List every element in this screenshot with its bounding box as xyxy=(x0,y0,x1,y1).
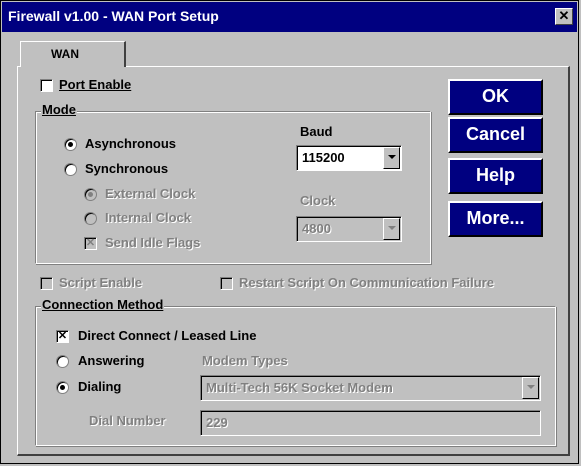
script-enable-label[interactable]: Script Enable xyxy=(59,275,142,290)
tab-wan-label: WAN xyxy=(51,47,79,61)
dialog-window: Firewall v1.00 - WAN Port Setup ✕ WAN Po… xyxy=(0,0,579,464)
dial-number-label: Dial Number xyxy=(89,413,166,428)
more-button[interactable]: More... xyxy=(448,201,543,237)
answering-label[interactable]: Answering xyxy=(78,353,144,368)
check-mark-icon: ✕ xyxy=(85,237,96,249)
chevron-down-icon[interactable] xyxy=(383,218,400,240)
dialing-label[interactable]: Dialing xyxy=(78,379,121,394)
modem-types-label: Modem Types xyxy=(202,353,288,368)
port-enable-label[interactable]: Port Enable xyxy=(59,77,131,92)
window-title: Firewall v1.00 - WAN Port Setup xyxy=(8,8,219,24)
restart-script-label[interactable]: Restart Script On Communication Failure xyxy=(239,275,494,290)
close-icon: ✕ xyxy=(558,8,570,23)
asynchronous-label[interactable]: Asynchronous xyxy=(85,136,176,151)
radio-dot xyxy=(60,385,65,390)
mode-group-label: Mode xyxy=(41,102,77,117)
dialing-radio[interactable] xyxy=(56,381,69,394)
restart-script-checkbox[interactable] xyxy=(220,277,233,290)
check-mark-icon: ✕ xyxy=(57,330,68,342)
tab-wan[interactable]: WAN xyxy=(20,41,126,67)
asynchronous-radio[interactable] xyxy=(64,138,77,151)
script-enable-checkbox[interactable] xyxy=(40,277,53,290)
synchronous-label[interactable]: Synchronous xyxy=(85,161,168,176)
direct-connect-checkbox[interactable]: ✕ xyxy=(56,330,69,343)
modem-value: Multi-Tech 56K Socket Modem xyxy=(206,380,393,395)
answering-radio[interactable] xyxy=(56,355,69,368)
external-clock-label[interactable]: External Clock xyxy=(105,186,195,201)
synchronous-radio[interactable] xyxy=(64,163,77,176)
connection-method-label: Connection Method xyxy=(41,297,165,312)
send-idle-flags-label[interactable]: Send Idle Flags xyxy=(105,235,200,250)
clock-dropdown[interactable]: 4800 xyxy=(296,216,402,242)
radio-dot xyxy=(68,142,73,147)
close-button[interactable]: ✕ xyxy=(555,8,573,25)
cancel-button[interactable]: Cancel xyxy=(448,117,543,153)
dial-number-value: 229 xyxy=(206,415,228,430)
radio-dot xyxy=(88,192,93,197)
direct-connect-label[interactable]: Direct Connect / Leased Line xyxy=(78,328,256,343)
clock-value: 4800 xyxy=(302,221,331,236)
baud-label: Baud xyxy=(300,124,333,139)
baud-dropdown[interactable]: 115200 xyxy=(296,145,402,171)
ok-button[interactable]: OK xyxy=(448,79,543,115)
help-button[interactable]: Help xyxy=(448,158,543,194)
title-bar: Firewall v1.00 - WAN Port Setup ✕ xyxy=(2,2,577,32)
chevron-down-icon[interactable] xyxy=(522,377,539,399)
dial-number-field[interactable]: 229 xyxy=(200,410,541,436)
chevron-down-icon[interactable] xyxy=(383,147,400,169)
clock-label: Clock xyxy=(300,193,336,208)
send-idle-flags-checkbox[interactable]: ✕ xyxy=(84,237,97,250)
port-enable-checkbox[interactable] xyxy=(40,79,53,92)
internal-clock-radio[interactable] xyxy=(84,212,97,225)
baud-value: 115200 xyxy=(302,150,345,165)
internal-clock-label[interactable]: Internal Clock xyxy=(105,210,191,225)
modem-types-dropdown[interactable]: Multi-Tech 56K Socket Modem xyxy=(200,375,541,401)
external-clock-radio[interactable] xyxy=(84,188,97,201)
